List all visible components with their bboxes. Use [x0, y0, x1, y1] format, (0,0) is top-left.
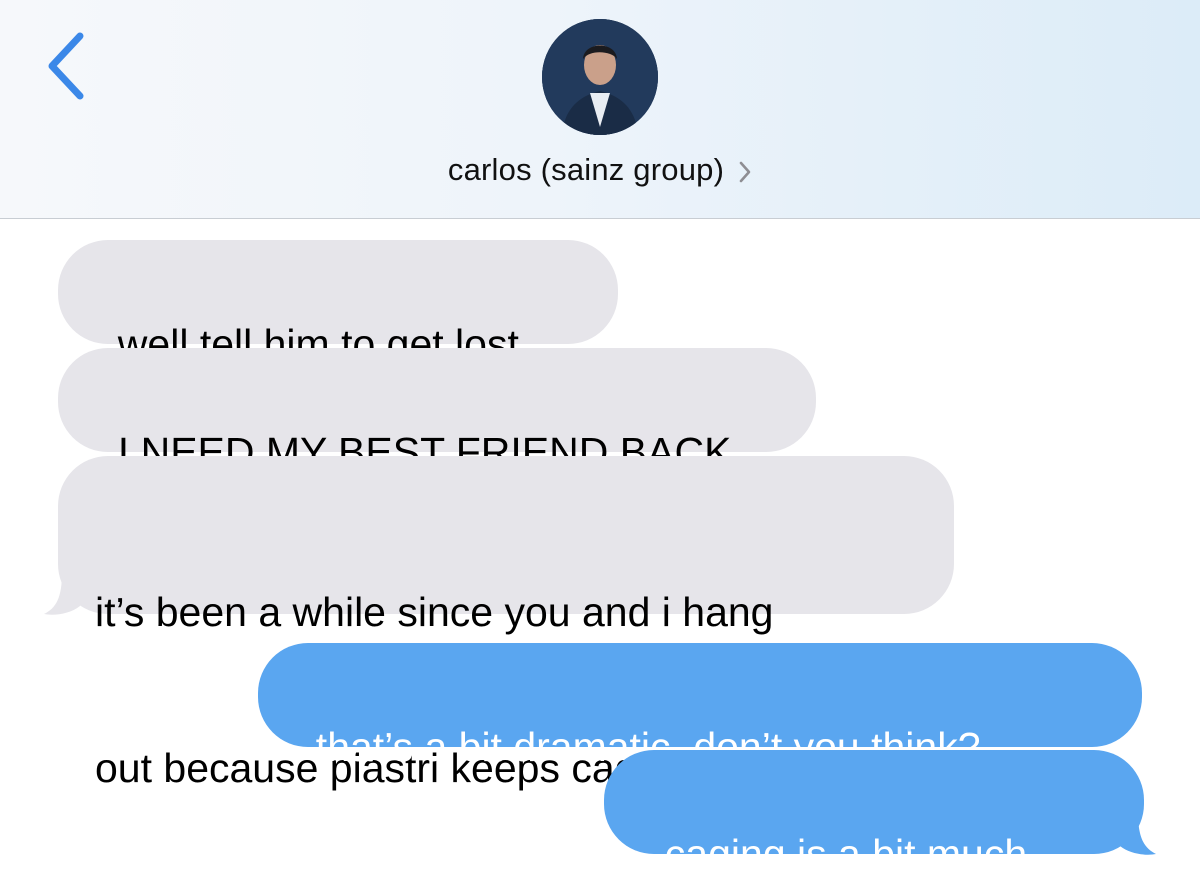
bubble-tail: [40, 572, 90, 616]
message-bubble-sent[interactable]: caging is a bit much..: [604, 750, 1144, 877]
contact-details-link[interactable]: carlos (sainz group): [0, 146, 1200, 194]
message-text-line: it’s been a while since you and i hang: [95, 589, 774, 635]
back-button[interactable]: [30, 24, 100, 104]
chevron-left-icon: [30, 24, 100, 104]
message-text: caging is a bit much..: [664, 831, 1050, 877]
message-bubble-received[interactable]: well tell him to get lost: [58, 240, 618, 367]
avatar[interactable]: [542, 19, 658, 135]
chevron-right-icon: [738, 160, 752, 184]
bubble-tail: [1110, 812, 1160, 856]
message-bubble-received[interactable]: it’s been a while since you and i hang o…: [58, 456, 954, 791]
conversation-header: carlos (sainz group): [0, 0, 1200, 219]
contact-name: carlos (sainz group): [447, 152, 725, 187]
message-bubble-received[interactable]: I NEED MY BEST FRIEND BACK: [58, 348, 816, 475]
message-bubble-sent[interactable]: that’s a bit dramatic, don’t you think?: [258, 643, 1142, 770]
